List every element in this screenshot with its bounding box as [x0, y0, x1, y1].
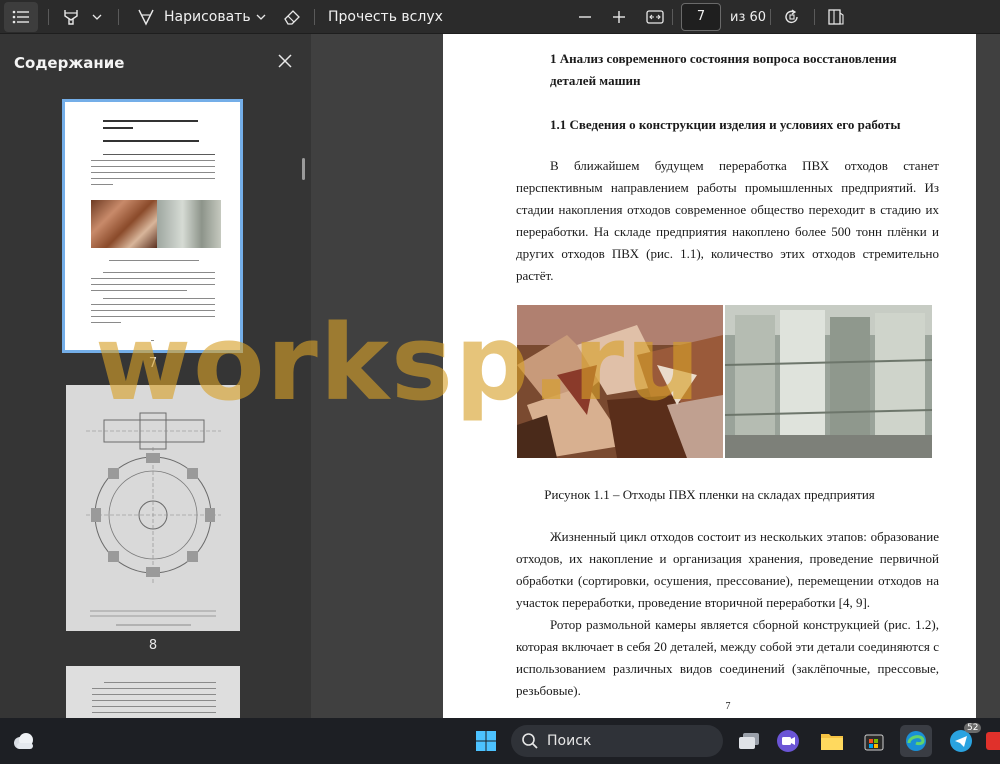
contents-toggle-button[interactable] [4, 2, 38, 32]
draw-dropdown[interactable] [252, 0, 270, 34]
file-explorer-app[interactable] [816, 725, 848, 757]
start-button[interactable] [470, 725, 502, 757]
pen-icon [138, 9, 154, 26]
pvc-scraps-image [517, 305, 723, 458]
read-aloud-label: Прочесть вслух [328, 9, 443, 25]
para3-line: использованием различных видов соединени… [516, 661, 939, 676]
contents-panel: Содержание 7 8 [0, 34, 311, 718]
para1-line: растёт. [516, 268, 554, 283]
edge-icon [906, 731, 926, 751]
thumbnail-figure-left [91, 200, 157, 248]
highlight-dropdown[interactable] [88, 0, 106, 34]
zoom-in-button[interactable] [608, 0, 630, 34]
page-total: из 60 [730, 0, 766, 34]
highlight-button[interactable] [58, 0, 84, 34]
chapter-heading-line1: 1 Анализ современного состояния вопроса … [550, 51, 897, 66]
zoom-out-button[interactable] [574, 0, 596, 34]
draw-icon-button[interactable] [134, 0, 158, 34]
thumbnail-page-7[interactable] [62, 99, 243, 353]
draw-label: Нарисовать [164, 9, 251, 25]
draw-button[interactable]: Нарисовать [164, 0, 251, 34]
page-view-button[interactable] [824, 0, 848, 34]
para2-line: обработки (сортировки, осушения, прессов… [516, 573, 939, 588]
search-icon [522, 733, 538, 749]
thumbnail-page-8[interactable] [66, 385, 240, 631]
contents-title: Содержание [14, 54, 125, 72]
para2-line: отходов, их накопление и организация хра… [516, 551, 939, 566]
telegram-badge: 52 [964, 723, 982, 733]
chapter-heading-line2: деталей машин [550, 73, 641, 88]
document-page: 1 Анализ современного состояния вопроса … [443, 34, 976, 718]
page-number-footer: 7 [725, 701, 731, 712]
page-total-label: из 60 [730, 9, 767, 25]
telegram-app[interactable]: 52 [946, 723, 982, 757]
para2-line: участок переработки, проведение вторично… [516, 595, 871, 610]
cloud-icon [14, 733, 33, 749]
section-heading: 1.1 Сведения о конструкции изделия и усл… [550, 117, 901, 132]
weather-widget[interactable] [8, 725, 40, 757]
video-call-icon [777, 730, 799, 752]
highlighter-icon [64, 10, 78, 25]
page-number-input[interactable]: 7 [681, 3, 721, 31]
figure-pvc-waste-right [725, 305, 932, 458]
para3-line: Ротор размольной камеры является сборной… [550, 617, 939, 632]
task-view-button[interactable] [733, 725, 765, 757]
read-aloud-button[interactable]: Прочесть вслух [328, 0, 443, 34]
para1-line: В ближайшем будущем переработка ПВХ отхо… [550, 158, 939, 173]
app-icon [986, 732, 1000, 750]
taskbar: Поиск 52 [0, 718, 1000, 764]
thumbnail-number-8: 8 [148, 638, 158, 653]
pvc-bales-image [725, 305, 932, 458]
figure-caption: Рисунок 1.1 – Отходы ПВХ пленки на склад… [544, 487, 875, 502]
thumbnail-page-9[interactable] [66, 666, 240, 718]
fit-width-button[interactable] [643, 0, 667, 34]
minus-icon [579, 16, 591, 18]
para1-line: других отходов ПВХ (рис. 1.1), количеств… [516, 246, 939, 261]
chevron-down-icon [92, 14, 102, 20]
close-contents-button[interactable] [274, 50, 296, 72]
toolbar: Нарисовать Прочесть вслух 7 из 60 [0, 0, 1000, 34]
erase-button[interactable] [279, 0, 305, 34]
para1-line: переработки. На складе предприятия накоп… [516, 224, 939, 239]
eraser-icon [284, 10, 300, 25]
store-app[interactable] [858, 725, 890, 757]
search-placeholder: Поиск [547, 733, 592, 749]
chevron-down-icon [256, 14, 266, 20]
page-view-icon [828, 9, 844, 25]
rotate-button[interactable] [780, 0, 804, 34]
thumbnail-figure-right [157, 200, 221, 248]
figure-pvc-waste-left [517, 305, 723, 458]
fit-width-icon [646, 10, 664, 24]
contents-scrollbar[interactable] [302, 158, 305, 180]
rotate-icon [785, 9, 798, 24]
windows-icon [476, 731, 496, 751]
folder-icon [821, 734, 843, 750]
para3-line: резьбовые). [516, 683, 581, 698]
close-icon [278, 54, 292, 68]
app-icon-partial[interactable] [984, 725, 1000, 757]
para2-line: Жизненный цикл отходов состоит из нескол… [550, 529, 939, 544]
meet-app[interactable] [772, 725, 804, 757]
thumbnail-number-7: 7 [148, 356, 158, 371]
para1-line: стадии накопления отходов современное об… [516, 202, 939, 217]
task-view-icon [739, 733, 759, 749]
list-icon [12, 10, 29, 24]
store-icon [864, 734, 884, 751]
taskbar-search[interactable]: Поиск [511, 725, 723, 757]
thumbnail-drawing [86, 412, 221, 626]
para1-line: перспективным направлением работы промыш… [516, 180, 939, 195]
plus-icon [613, 11, 625, 23]
edge-app[interactable] [900, 725, 932, 757]
para3-line: которая включает в себя 20 деталей, межд… [516, 639, 939, 654]
